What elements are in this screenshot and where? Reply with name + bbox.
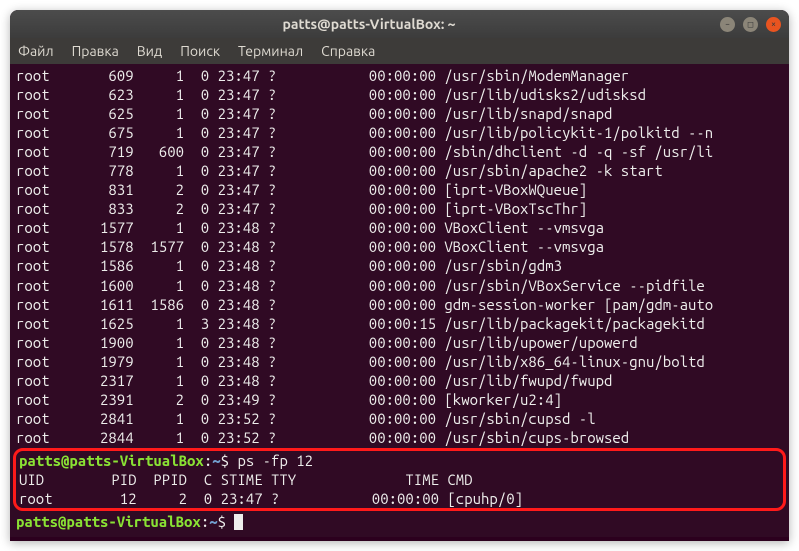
cursor-icon — [234, 514, 243, 530]
menu-terminal[interactable]: Терминал — [238, 43, 303, 59]
close-button[interactable]: × — [766, 17, 781, 32]
ps-result-row: root 12 2 0 23:47 ? 00:00:00 [cpuhp/0] — [19, 490, 523, 507]
prompt-path: ~ — [212, 452, 220, 469]
menu-file[interactable]: Файл — [18, 43, 54, 59]
menu-edit[interactable]: Правка — [72, 43, 119, 59]
prompt-userhost: patts@patts-VirtualBox — [16, 513, 201, 530]
menu-help[interactable]: Справка — [321, 43, 375, 59]
menu-search[interactable]: Поиск — [180, 43, 220, 59]
titlebar[interactable]: patts@patts-VirtualBox: ~ – □ × — [10, 10, 789, 38]
terminal-body[interactable]: root 609 1 0 23:47 ? 00:00:00 /usr/sbin/… — [10, 64, 789, 537]
ps-header: UID PID PPID C STIME TTY TIME CMD — [19, 471, 473, 488]
prompt-path: ~ — [209, 513, 217, 530]
menu-view[interactable]: Вид — [137, 43, 162, 59]
window-title: patts@patts-VirtualBox: ~ — [18, 16, 720, 32]
maximize-button[interactable]: □ — [743, 17, 758, 32]
command-entered: ps -fp 12 — [237, 452, 313, 469]
window-controls: – □ × — [720, 17, 781, 32]
prompt-userhost: patts@patts-VirtualBox — [19, 452, 204, 469]
minimize-button[interactable]: – — [720, 17, 735, 32]
highlight-box: patts@patts-VirtualBox:~$ ps -fp 12 UID … — [13, 448, 786, 511]
process-list: root 609 1 0 23:47 ? 00:00:00 /usr/sbin/… — [16, 66, 783, 447]
menubar: Файл Правка Вид Поиск Терминал Справка — [10, 38, 789, 64]
terminal-window: patts@patts-VirtualBox: ~ – □ × Файл Пра… — [10, 10, 789, 541]
